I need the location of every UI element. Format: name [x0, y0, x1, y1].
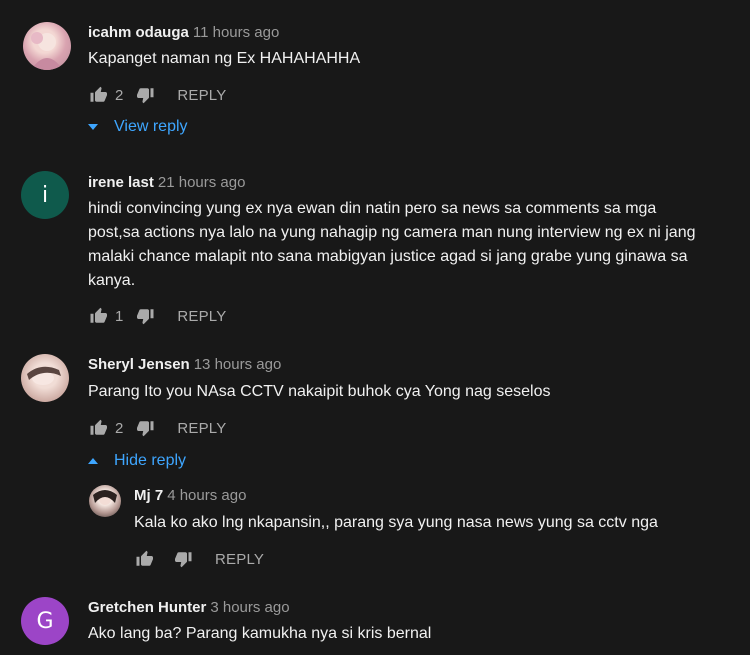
- like-count: 2: [115, 86, 124, 104]
- thumbs-down-icon[interactable]: [173, 548, 195, 570]
- thumbs-down-icon[interactable]: [135, 417, 157, 439]
- like-count: 1: [115, 307, 124, 325]
- timestamp[interactable]: 4 hours ago: [167, 487, 246, 504]
- comment-text: Parang Ito you NAsa CCTV nakaipit buhok …: [88, 383, 551, 400]
- author-name[interactable]: irene last: [88, 174, 154, 191]
- avatar-letter: G: [36, 608, 54, 634]
- comment-header: irene last 21 hours ago: [88, 174, 245, 191]
- avatar[interactable]: [23, 22, 71, 70]
- thumbs-up-icon[interactable]: [133, 548, 155, 570]
- author-name[interactable]: Sheryl Jensen: [88, 356, 190, 373]
- reply-button[interactable]: REPLY: [215, 551, 264, 568]
- timestamp[interactable]: 21 hours ago: [158, 174, 246, 191]
- comment-header: Sheryl Jensen 13 hours ago: [88, 356, 281, 373]
- comment-header: Mj 74 hours ago: [134, 487, 246, 504]
- avatar[interactable]: G: [21, 597, 69, 645]
- chevron-down-icon: [88, 124, 98, 130]
- thumbs-down-icon[interactable]: [135, 84, 157, 106]
- comment-actions: 2 REPLY: [87, 416, 226, 440]
- comment-text: Ako lang ba? Parang kamukha nya si kris …: [88, 625, 432, 642]
- hide-replies-button[interactable]: Hide reply: [88, 452, 186, 470]
- comment-actions: 1 REPLY: [87, 304, 226, 328]
- comment-text: hindi convincing yung ex nya ewan din na…: [88, 200, 696, 289]
- avatar[interactable]: [21, 354, 69, 402]
- thumbs-up-icon[interactable]: [87, 305, 109, 327]
- author-name[interactable]: icahm odauga: [88, 24, 189, 41]
- thumbs-up-icon[interactable]: [87, 84, 109, 106]
- author-name[interactable]: Gretchen Hunter: [88, 599, 206, 616]
- chevron-up-icon: [88, 458, 98, 464]
- avatar-photo-icon: [93, 490, 117, 505]
- timestamp[interactable]: 11 hours ago: [193, 24, 279, 41]
- thumbs-up-icon[interactable]: [87, 417, 109, 439]
- author-name[interactable]: Mj 7: [134, 487, 163, 504]
- comment-actions: 2 REPLY: [87, 83, 226, 107]
- comment-header: Gretchen Hunter 3 hours ago: [88, 599, 290, 616]
- comment-text: Kapanget naman ng Ex HAHAHAHHA: [88, 50, 361, 67]
- comment-text: Kala ko ako lng nkapansin,, parang sya y…: [134, 514, 658, 531]
- comment-actions: REPLY: [133, 547, 264, 571]
- timestamp[interactable]: 3 hours ago: [210, 599, 289, 616]
- reply-button[interactable]: REPLY: [177, 308, 226, 325]
- avatar-photo-icon: [27, 366, 61, 385]
- avatar-photo-icon: [31, 32, 63, 70]
- comment-header: icahm odauga 11 hours ago: [88, 24, 279, 41]
- avatar[interactable]: i: [21, 171, 69, 219]
- toggle-label: View reply: [114, 118, 188, 135]
- reply-button[interactable]: REPLY: [177, 420, 226, 437]
- thumbs-down-icon[interactable]: [135, 305, 157, 327]
- like-count: 2: [115, 419, 124, 437]
- view-replies-button[interactable]: View reply: [88, 118, 188, 136]
- reply-button[interactable]: REPLY: [177, 87, 226, 104]
- avatar[interactable]: [89, 485, 121, 517]
- toggle-label: Hide reply: [114, 452, 187, 469]
- timestamp[interactable]: 13 hours ago: [194, 356, 282, 373]
- avatar-letter: i: [41, 182, 49, 208]
